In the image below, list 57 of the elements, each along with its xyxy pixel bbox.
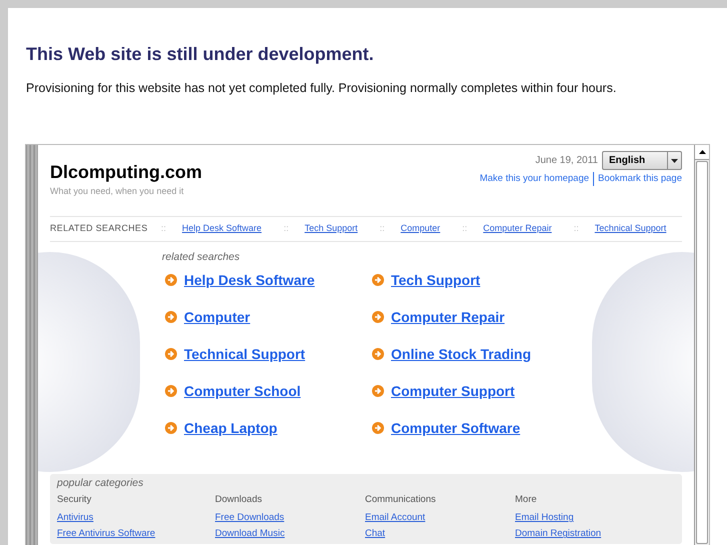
arrow-circle-icon	[165, 348, 177, 360]
related-search-link[interactable]: Cheap Laptop	[184, 419, 278, 438]
scroll-up-button[interactable]	[695, 145, 709, 160]
category-heading: Communications	[365, 494, 437, 506]
related-search-link[interactable]: Computer Support	[391, 382, 515, 400]
related-search-link[interactable]: Computer	[184, 308, 250, 326]
related-search-link[interactable]: Computer School	[184, 382, 301, 400]
category-heading: Security	[57, 494, 92, 506]
arrow-circle-icon	[372, 348, 384, 360]
site-name: Dlcomputing.com	[50, 161, 202, 183]
caret-icon	[671, 158, 678, 162]
related-searches-label: RELATED SEARCHES	[50, 222, 149, 235]
separator-text: ::	[161, 222, 166, 235]
category-link[interactable]: Free Antivirus Software	[57, 528, 156, 540]
related-search-link[interactable]: Technical Support	[594, 222, 666, 236]
site-tagline: What you need, when you need it	[50, 185, 185, 198]
header-link[interactable]: Make this your homepage	[480, 172, 590, 186]
related-searches-title: related searches	[162, 250, 241, 264]
arrow-circle-icon	[165, 385, 177, 398]
arrow-circle-icon	[372, 385, 384, 398]
related-search-link[interactable]: Online Stock Trading	[391, 345, 532, 364]
category-link[interactable]: Email Account	[365, 512, 426, 524]
category-link[interactable]: Antivirus	[57, 512, 94, 524]
related-search-link[interactable]: Computer Repair	[483, 222, 552, 236]
header-link[interactable]: Bookmark this page	[598, 172, 682, 186]
arrow-circle-icon	[165, 422, 177, 434]
category-link[interactable]: Domain Registration	[515, 528, 602, 540]
related-search-link[interactable]: Help Desk Software	[182, 222, 262, 236]
arrow-circle-icon	[372, 311, 384, 324]
arrow-circle-icon	[165, 311, 177, 324]
page-heading: This Web site is still under development.	[26, 44, 375, 64]
related-search-link[interactable]: Computer Software	[391, 419, 520, 438]
related-search-link[interactable]: Tech Support	[391, 271, 480, 290]
scroll-thumb[interactable]	[696, 161, 708, 544]
category-link[interactable]: Download Music	[215, 528, 285, 540]
separator-text: ::	[380, 222, 385, 235]
category-link[interactable]: Chat	[365, 528, 386, 540]
category-heading: Downloads	[215, 494, 263, 506]
separator-text: ::	[462, 222, 468, 235]
separator-text: ::	[574, 222, 579, 235]
related-search-link[interactable]: Technical Support	[184, 345, 306, 364]
separator-text: ::	[284, 222, 289, 235]
category-link[interactable]: Free Downloads	[215, 512, 284, 524]
arrow-circle-icon	[165, 274, 177, 286]
language-dropdown[interactable]: English	[602, 151, 682, 170]
related-search-link[interactable]: Computer	[400, 222, 440, 236]
category-heading: More	[515, 494, 538, 506]
popular-categories-title: popular categories	[57, 476, 144, 490]
related-search-link[interactable]: Tech Support	[304, 222, 358, 236]
arrow-circle-icon	[372, 274, 384, 286]
related-search-link[interactable]: Help Desk Software	[184, 271, 315, 290]
related-search-link[interactable]: Computer Repair	[391, 308, 505, 326]
date-text: June 19, 2011	[535, 154, 598, 168]
category-link[interactable]: Email Hosting	[515, 512, 574, 524]
up-arrow-icon	[698, 150, 706, 154]
arrow-circle-icon	[372, 422, 384, 434]
notice-text: Provisioning for this website has not yet completed fully. Provisioning normally completes within four hours.	[26, 80, 618, 96]
